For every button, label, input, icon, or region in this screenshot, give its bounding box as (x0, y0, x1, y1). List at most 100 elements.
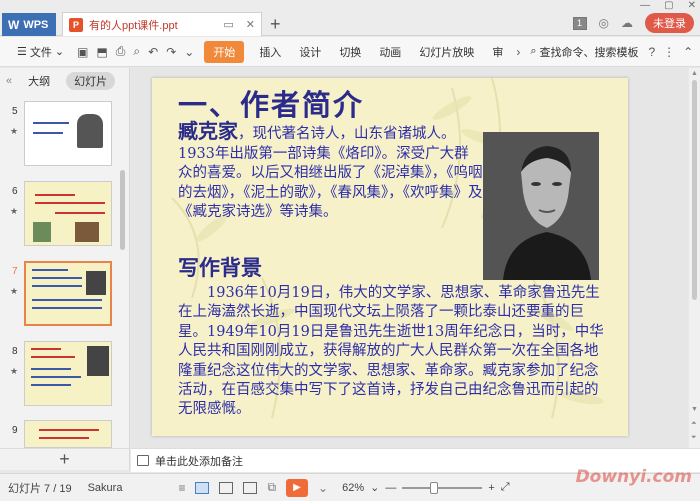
new-tab-button[interactable]: + (270, 14, 281, 35)
hamburger-icon: ☰ (17, 46, 27, 58)
zoom-out-icon[interactable]: — (385, 482, 396, 494)
list-view-icon[interactable]: ≡ (178, 481, 185, 495)
ribbon-toolbar: ☰ 文件 ⌄ ▣ ⬒ ⎙ ⌕ ↶ ↷ ⌄ 开始 插入 设计 切换 动画 幻灯片放… (0, 37, 700, 67)
thumb-text-line (32, 269, 68, 271)
add-slide-button[interactable]: + (0, 448, 130, 470)
play-options-icon[interactable]: ⌄ (318, 481, 328, 495)
more-icon[interactable]: ⋮ (659, 45, 679, 59)
canvas-scrollbar-thumb[interactable] (692, 80, 697, 300)
animation-star-icon: ★ (10, 366, 19, 376)
tab-design[interactable]: 设计 (290, 44, 330, 60)
thumb-text-line (32, 277, 82, 279)
scroll-right-icon[interactable]: › (512, 45, 524, 59)
thumb-photo (75, 222, 99, 242)
search-icon: ⌕ (530, 45, 537, 57)
slide-thumbnail[interactable] (24, 101, 112, 166)
tab-close-icon[interactable]: ✕ (246, 18, 255, 31)
cloud-icon[interactable]: ☁ (621, 16, 633, 30)
thumb-number: 6 (12, 186, 18, 197)
prev-slide-icon[interactable]: ⏶ (691, 420, 697, 428)
thumb-text-line (35, 194, 75, 196)
more-chevron-icon[interactable]: ⌄ (180, 45, 198, 59)
thumb-text-line (39, 429, 99, 431)
author-portrait (483, 132, 599, 280)
thumb-text-line (32, 285, 82, 287)
presenter-view-icon[interactable]: ⧉ (267, 480, 276, 495)
zoom-in-icon[interactable]: + (488, 482, 494, 494)
fit-window-icon[interactable]: ⤢ (501, 481, 510, 494)
thumb-number: 5 (12, 106, 18, 117)
thumb-photo (33, 222, 51, 242)
wps-label: WPS (23, 18, 49, 31)
thumb-text-line (35, 202, 105, 204)
theme-name[interactable]: Sakura (80, 482, 131, 494)
zoom-dropdown-icon[interactable]: ⌄ (370, 481, 379, 494)
undo-icon[interactable]: ↶ (144, 45, 162, 59)
login-button[interactable]: 未登录 (645, 13, 694, 33)
collapse-panel-icon[interactable]: « (6, 75, 12, 87)
tab-outline[interactable]: 大纲 (20, 72, 58, 90)
command-search[interactable]: ⌕ 查找命令、搜索模板 (524, 44, 644, 60)
tab-window-icon[interactable]: ▭ (223, 18, 233, 31)
slide-subtitle: 写作背景 (178, 255, 262, 280)
sorter-view-icon[interactable] (219, 481, 234, 494)
author-name: 臧克家 (178, 119, 238, 143)
thumb-photo (86, 271, 106, 295)
zoom-slider[interactable] (402, 481, 483, 494)
slide-thumbnail[interactable] (24, 420, 112, 448)
thumb-number: 9 (12, 425, 18, 436)
animation-star-icon: ★ (10, 286, 19, 296)
tab-slideshow[interactable]: 幻灯片放映 (410, 44, 483, 60)
help-icon[interactable]: ? (644, 45, 659, 59)
zoom-value[interactable]: 62% (342, 482, 364, 494)
document-tab[interactable]: P 有的人ppt课件.ppt ▭ ✕ (62, 12, 262, 36)
slide-thumbnail[interactable] (24, 181, 112, 246)
slide-title: 一、作者简介 (178, 88, 365, 122)
thumbnail-scrollbar[interactable] (120, 170, 125, 250)
save-icon[interactable]: ▣ (73, 45, 92, 59)
presentation-file-icon: P (69, 17, 83, 32)
current-slide[interactable]: 一、作者简介 臧克家，现代著名诗人，山东省诸城人。1933年出版第一部诗集《烙印… (152, 78, 628, 436)
thumb-text-line (39, 437, 89, 439)
tab-slides[interactable]: 幻灯片 (66, 72, 116, 90)
thumb-text-line (32, 307, 102, 309)
normal-view-icon[interactable] (195, 481, 210, 494)
next-slide-icon[interactable]: ⏷ (691, 434, 697, 442)
thumb-text-line (33, 122, 69, 124)
canvas-scrollbar[interactable]: ▲ ▼ ⏶ ⏷ (689, 68, 700, 448)
play-slideshow-button[interactable]: ▶ (286, 478, 309, 497)
slide-thumbnail[interactable] (24, 341, 112, 406)
title-bar: W WPS P 有的人ppt课件.ppt ▭ ✕ + — ▢ ✕ 1 ◎ ☁ 未… (0, 0, 700, 36)
slide-counter: 幻灯片 7 / 19 (8, 482, 72, 495)
thumb-text-line (31, 348, 61, 350)
comment-icon (137, 455, 149, 466)
thumb-photo (87, 346, 109, 376)
tab-animation[interactable]: 动画 (370, 44, 410, 60)
scroll-down-icon[interactable]: ▼ (691, 406, 698, 413)
menu-button[interactable]: ☰ 文件 ⌄ (8, 44, 73, 60)
thumb-number: 7 (12, 266, 18, 277)
thumb-text-line (31, 356, 75, 358)
tab-insert[interactable]: 插入 (250, 44, 290, 60)
export-icon[interactable]: ⬒ (92, 45, 111, 59)
page-badge[interactable]: 1 (572, 16, 587, 30)
tab-start[interactable]: 开始 (204, 40, 245, 63)
skin-icon[interactable]: ◎ (599, 16, 609, 30)
print-icon[interactable]: ⎙ (112, 44, 130, 59)
file-menu-label: 文件 (29, 46, 52, 59)
wps-home-tab[interactable]: W WPS (2, 13, 56, 36)
thumb-text-line (31, 384, 71, 386)
tab-review[interactable]: 审 (483, 44, 512, 60)
print-preview-icon[interactable]: ⌕ (129, 44, 144, 59)
animation-star-icon: ★ (10, 126, 19, 136)
tab-transition[interactable]: 切换 (330, 44, 370, 60)
reading-view-icon[interactable] (243, 481, 258, 494)
notes-placeholder: 单击此处添加备注 (155, 455, 243, 468)
collapse-ribbon-icon[interactable]: ⌃ (679, 45, 697, 59)
slide-thumbnail-selected[interactable] (24, 261, 112, 326)
scroll-up-icon[interactable]: ▲ (691, 70, 698, 77)
redo-icon[interactable]: ↷ (162, 45, 180, 59)
zoom-slider-knob[interactable] (430, 481, 439, 494)
portrait-graphic (483, 132, 599, 280)
thumb-text-line (32, 299, 102, 301)
